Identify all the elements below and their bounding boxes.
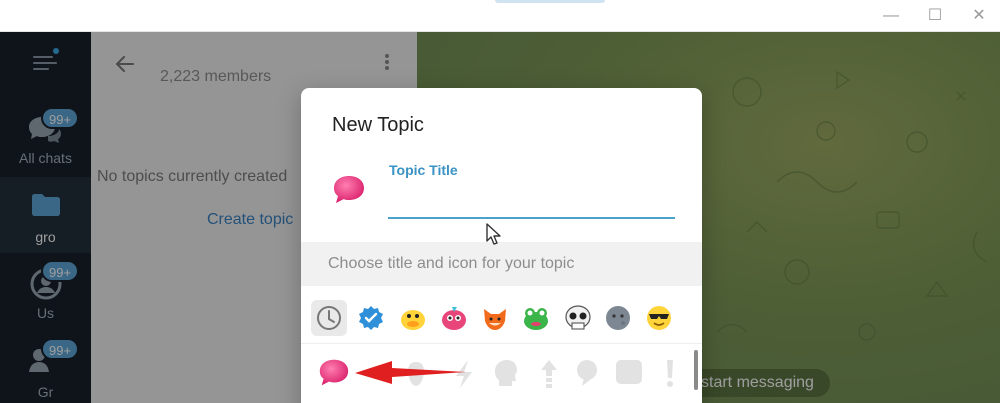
duck-icon[interactable]: [395, 300, 431, 336]
topic-icon-selector[interactable]: [331, 172, 367, 208]
moon-face-icon[interactable]: [600, 300, 636, 336]
topic-title-label: Topic Title: [389, 162, 458, 178]
icon-grid: [301, 350, 702, 403]
pink-creature-icon[interactable]: [436, 300, 472, 336]
fox-icon[interactable]: [477, 300, 513, 336]
skull-icon[interactable]: [560, 300, 596, 336]
heart-shape-icon[interactable]: [399, 356, 433, 390]
square-icon[interactable]: [612, 356, 646, 390]
icon-grid-scrollbar[interactable]: [694, 350, 698, 390]
topic-title-input[interactable]: [388, 184, 675, 219]
verified-icon[interactable]: [353, 300, 389, 336]
titlebar-accent: [495, 0, 605, 3]
hint-text: Choose title and icon for your topic: [328, 255, 575, 272]
speech-icon[interactable]: [572, 356, 606, 390]
cool-face-icon[interactable]: [641, 300, 677, 336]
hint-bar: Choose title and icon for your topic: [301, 242, 702, 286]
frog-icon[interactable]: [518, 300, 554, 336]
pink-bubble-icon[interactable]: [317, 356, 351, 390]
arrow-up-icon[interactable]: [532, 356, 566, 390]
dialog-title: New Topic: [332, 114, 424, 136]
exclamation-icon[interactable]: [653, 356, 687, 390]
recent-icon[interactable]: [311, 300, 347, 336]
maximize-button[interactable]: ☐: [922, 4, 948, 28]
head-icon[interactable]: [489, 356, 523, 390]
new-topic-dialog: New Topic Topic Title Choose title and i…: [301, 88, 702, 403]
minimize-button[interactable]: —: [878, 4, 904, 28]
close-button[interactable]: ✕: [966, 4, 992, 28]
lightning-icon[interactable]: [446, 356, 480, 390]
window-titlebar: — ☐ ✕: [0, 0, 1000, 32]
emoji-category-tabs: [301, 294, 702, 344]
